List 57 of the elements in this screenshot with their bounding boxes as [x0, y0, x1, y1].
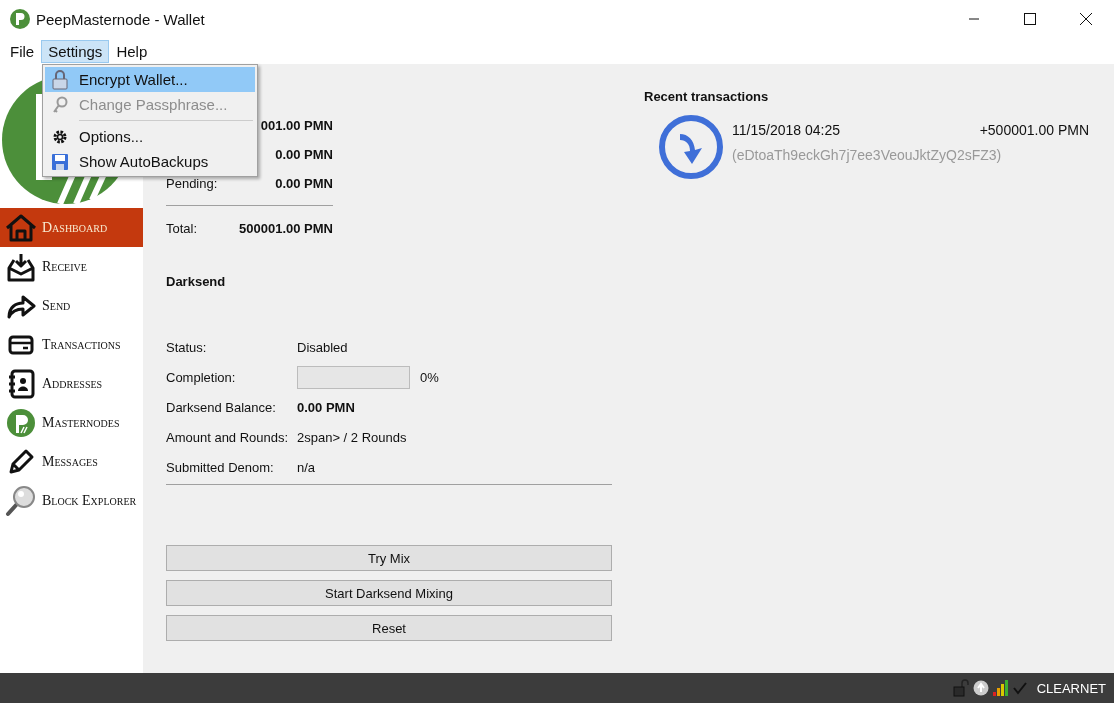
- address-book-icon: [7, 368, 35, 399]
- inbox-download-icon: [6, 251, 36, 282]
- gear-icon: [52, 128, 68, 145]
- nav-item[interactable]: Receive: [0, 247, 143, 286]
- nav-item[interactable]: Send: [0, 286, 143, 325]
- menu-entry[interactable]: Options...: [45, 124, 255, 149]
- action-button[interactable]: Start Darksend Mixing: [166, 580, 612, 606]
- balance-value: 0.00 PMN: [275, 176, 333, 191]
- field-value: 2span> / 2 Rounds: [297, 429, 407, 445]
- progress-reading: 0%: [420, 369, 439, 385]
- checkmark-icon: [1012, 681, 1027, 695]
- balance-value: 001.00 PMN: [260, 118, 333, 133]
- transaction-address: (eDtoaTh9eckGh7j7ee3VeouJktZyQ2sFZ3): [732, 147, 1003, 163]
- section-title: Recent transactions: [644, 89, 770, 104]
- menu-item[interactable]: Settings: [41, 39, 110, 63]
- total-value: 500001.00 PMN: [239, 221, 333, 236]
- action-button[interactable]: Try Mix: [166, 545, 612, 571]
- nav-item[interactable]: Masternodes: [0, 403, 143, 442]
- card-icon: [8, 334, 34, 355]
- pencil-icon: [7, 447, 35, 476]
- field-label: Status:: [166, 339, 208, 355]
- field-value: n/a: [297, 459, 316, 475]
- menu-entry[interactable]: Show AutoBackups: [45, 149, 255, 174]
- nav-item[interactable]: Dashboard: [0, 208, 143, 247]
- balance-label: Pending:: [166, 176, 218, 191]
- transaction-date: 11/15/2018 04:25: [732, 122, 840, 138]
- upload-circle-icon: [972, 680, 989, 696]
- field-label: Darksend Balance:: [166, 399, 277, 415]
- p-logo-icon: [6, 407, 36, 438]
- key-icon: [52, 95, 68, 114]
- unlocked-padlock-icon: [952, 679, 969, 697]
- total-label: Total:: [166, 221, 198, 236]
- menu-item[interactable]: File: [3, 39, 42, 63]
- field-label: Completion:: [166, 369, 237, 385]
- transaction-amount: +500001.00 PMN: [979, 122, 1089, 138]
- action-button[interactable]: Reset: [166, 615, 612, 641]
- maximize-icon[interactable]: [1024, 13, 1036, 25]
- nav-item[interactable]: Transactions: [0, 325, 143, 364]
- balance-value: 0.00 PMN: [275, 147, 333, 162]
- nav-item[interactable]: Messages: [0, 442, 143, 481]
- magnifier-icon: [5, 484, 37, 517]
- field-label: Submitted Denom:: [166, 459, 275, 475]
- window-title: PeepMasternode - Wallet: [36, 10, 206, 28]
- app-logo-icon: [10, 9, 30, 29]
- nav-item[interactable]: Block Explorer: [0, 481, 143, 520]
- field-label: Amount and Rounds:: [166, 429, 290, 445]
- nav-item[interactable]: Addresses: [0, 364, 143, 403]
- padlock-icon: [52, 69, 68, 90]
- close-icon[interactable]: [1080, 13, 1092, 25]
- field-value: Disabled: [297, 339, 348, 355]
- menu-item[interactable]: Help: [109, 39, 155, 63]
- section-title: Darksend: [166, 274, 226, 289]
- house-icon: [5, 213, 37, 242]
- network-label: CLEARNET: [1036, 680, 1106, 696]
- signal-bars-icon: [992, 680, 1009, 696]
- field-value: 0.00 PMN: [297, 399, 355, 415]
- menu-entry[interactable]: Encrypt Wallet...: [45, 67, 255, 92]
